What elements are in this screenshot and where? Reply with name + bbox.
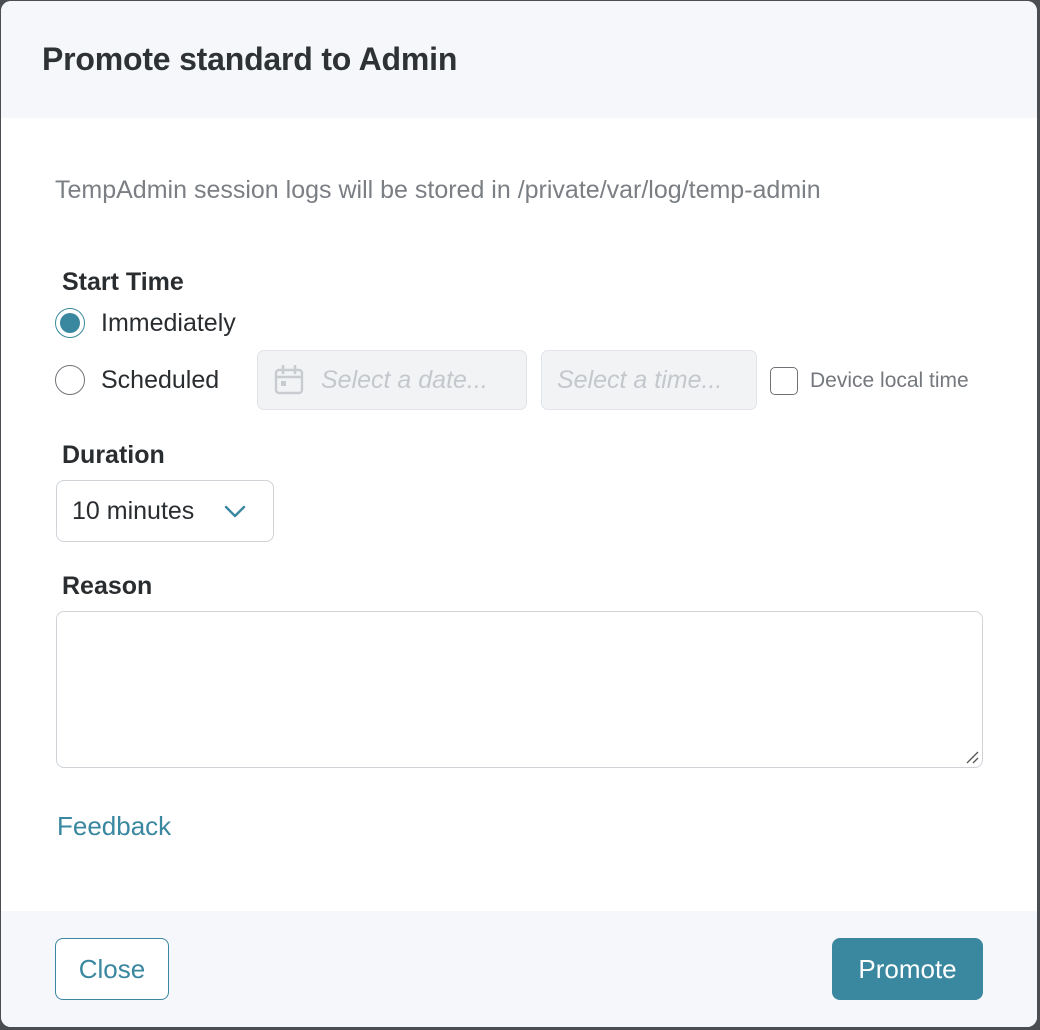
radio-scheduled-control[interactable]	[55, 365, 85, 395]
chevron-down-icon	[224, 505, 246, 518]
time-placeholder: Select a time...	[557, 365, 723, 394]
reason-label: Reason	[62, 572, 153, 600]
device-local-time-label: Device local time	[810, 369, 969, 392]
log-location-info: TempAdmin session logs will be stored in…	[55, 176, 821, 204]
promote-dialog: Promote standard to Admin TempAdmin sess…	[1, 1, 1037, 1027]
resize-handle-icon[interactable]	[964, 749, 980, 765]
date-placeholder: Select a date...	[321, 365, 488, 394]
radio-immediately[interactable]: Immediately	[55, 308, 236, 338]
calendar-icon	[274, 365, 304, 395]
radio-immediately-label: Immediately	[101, 308, 236, 337]
duration-value: 10 minutes	[72, 496, 195, 525]
close-button[interactable]: Close	[55, 938, 169, 1000]
device-local-time-checkbox[interactable]	[770, 367, 798, 395]
radio-scheduled[interactable]: Scheduled	[55, 365, 219, 395]
reason-textarea[interactable]	[56, 611, 983, 768]
feedback-link[interactable]: Feedback	[57, 811, 171, 842]
dialog-header: Promote standard to Admin	[1, 1, 1037, 118]
radio-immediately-control[interactable]	[55, 308, 85, 338]
start-time-label: Start Time	[62, 268, 184, 296]
promote-button[interactable]: Promote	[832, 938, 983, 1000]
date-picker-input[interactable]: Select a date...	[257, 350, 527, 410]
time-picker-input[interactable]: Select a time...	[541, 350, 757, 410]
duration-select[interactable]: 10 minutes	[56, 480, 274, 542]
duration-label: Duration	[62, 441, 165, 469]
device-local-time-option[interactable]: Device local time	[770, 367, 969, 395]
radio-scheduled-label: Scheduled	[101, 365, 220, 394]
dialog-title: Promote standard to Admin	[42, 41, 458, 77]
dialog-footer: Close Promote	[1, 911, 1037, 1027]
